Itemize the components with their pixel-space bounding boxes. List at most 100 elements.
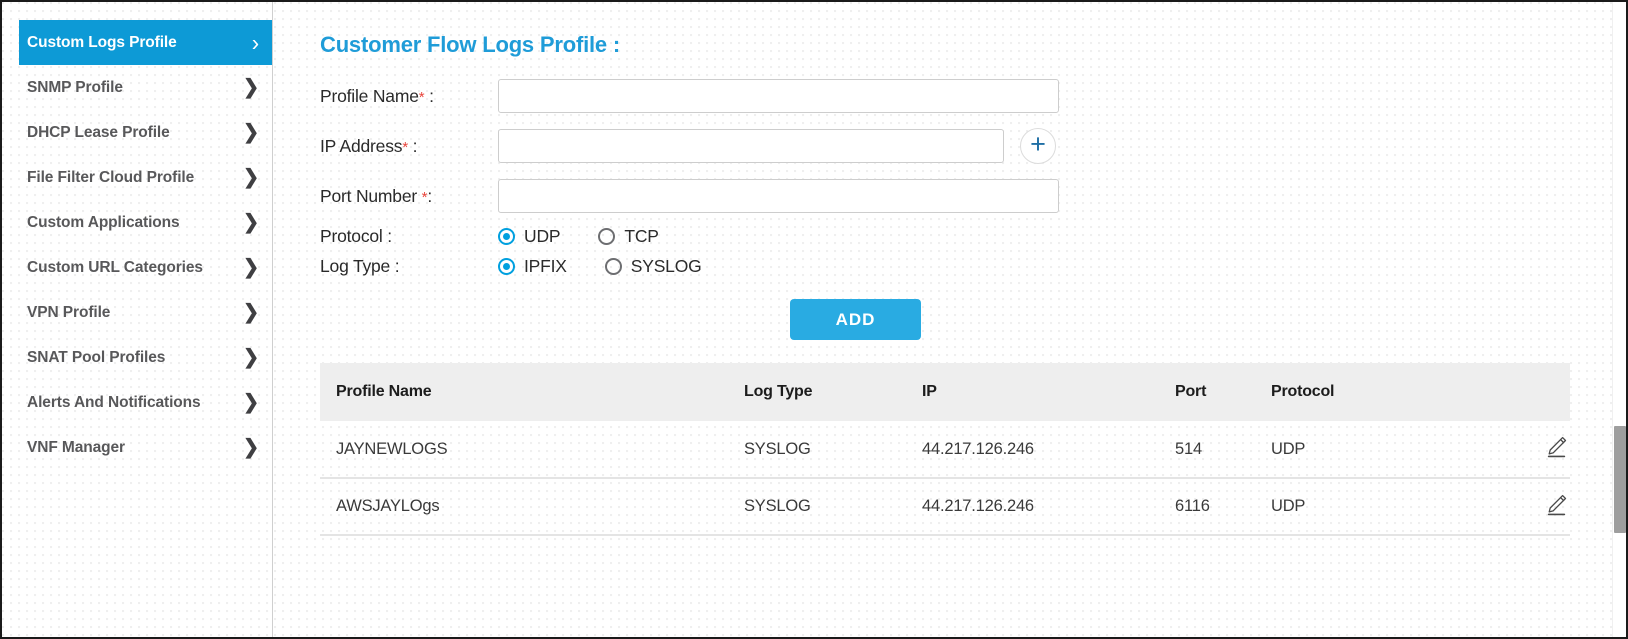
chevron-right-icon: ❯ <box>243 76 259 99</box>
sidebar-item-custom-applications[interactable]: Custom Applications ❯ <box>2 200 272 245</box>
cell-protocol: UDP <box>1255 478 1437 536</box>
protocol-option-tcp[interactable]: TCP <box>598 226 659 247</box>
sidebar-item-label: Custom URL Categories <box>27 258 203 276</box>
label-colon: : <box>427 185 432 206</box>
cell-actions <box>1437 421 1570 479</box>
chevron-right-icon: ❯ <box>243 121 259 144</box>
ip-address-input[interactable] <box>498 129 1004 163</box>
sidebar-item-dhcp-lease-profile[interactable]: DHCP Lease Profile ❯ <box>2 110 272 155</box>
plus-icon: + <box>1030 129 1046 159</box>
form-row-ip-address: IP Address* : + <box>320 128 1626 164</box>
sidebar-item-label: SNAT Pool Profiles <box>27 348 166 366</box>
sidebar-item-vnf-manager[interactable]: VNF Manager ❯ <box>2 425 272 470</box>
protocol-option-label: TCP <box>624 226 659 246</box>
chevron-right-icon: ❯ <box>243 166 259 189</box>
sidebar-item-custom-url-categories[interactable]: Custom URL Categories ❯ <box>2 245 272 290</box>
cell-protocol: UDP <box>1255 421 1437 479</box>
label-colon: : <box>412 135 418 156</box>
profile-name-label-text: Profile Name <box>320 85 419 106</box>
table-header: Profile Name Log Type IP Port Protocol <box>320 363 1570 421</box>
pencil-edit-icon[interactable] <box>1543 491 1570 518</box>
chevron-right-icon: ❯ <box>243 256 259 279</box>
ip-address-label-text: IP Address <box>320 135 403 156</box>
log-type-label: Log Type : <box>320 256 400 276</box>
settings-sidebar: Custom Logs Profile › SNMP Profile ❯ DHC… <box>2 2 273 637</box>
main-content-panel: Customer Flow Logs Profile : Profile Nam… <box>273 2 1626 637</box>
sidebar-item-label: Custom Logs Profile <box>27 33 177 51</box>
port-number-input[interactable] <box>498 179 1059 213</box>
sidebar-item-label: SNMP Profile <box>27 78 123 96</box>
cell-profile-name: AWSJAYLOgs <box>320 478 728 536</box>
table-header-row: Profile Name Log Type IP Port Protocol <box>320 363 1570 421</box>
label-colon: : <box>429 85 434 106</box>
required-marker: * <box>402 138 408 156</box>
sidebar-item-label: VPN Profile <box>27 303 111 321</box>
chevron-right-icon: › <box>251 28 259 56</box>
sidebar-item-snat-pool-profiles[interactable]: SNAT Pool Profiles ❯ <box>2 335 272 380</box>
sidebar-item-alerts-and-notifications[interactable]: Alerts And Notifications ❯ <box>2 380 272 425</box>
column-header-ip[interactable]: IP <box>906 363 1159 421</box>
sidebar-item-label: DHCP Lease Profile <box>27 123 170 141</box>
port-number-label-text: Port Number <box>320 185 417 206</box>
log-profiles-table: Profile Name Log Type IP Port Protocol J… <box>320 363 1570 536</box>
log-type-option-label: IPFIX <box>524 256 567 276</box>
protocol-option-udp[interactable]: UDP <box>498 226 561 247</box>
add-button[interactable]: ADD <box>790 299 921 340</box>
profile-name-label: Profile Name* : <box>320 86 498 107</box>
application-window: Custom Logs Profile › SNMP Profile ❯ DHC… <box>0 0 1628 639</box>
ip-address-label: IP Address* : <box>320 136 498 157</box>
cell-log-type: SYSLOG <box>728 478 906 536</box>
chevron-right-icon: ❯ <box>243 436 259 459</box>
radio-selected-icon <box>498 258 515 275</box>
chevron-right-icon: ❯ <box>243 391 259 414</box>
port-number-label: Port Number *: <box>320 186 498 207</box>
cell-port: 514 <box>1159 421 1255 479</box>
chevron-right-icon: ❯ <box>243 346 259 369</box>
column-header-protocol[interactable]: Protocol <box>1255 363 1437 421</box>
profile-name-input[interactable] <box>498 79 1059 113</box>
column-header-port[interactable]: Port <box>1159 363 1255 421</box>
radio-unselected-icon <box>598 228 616 245</box>
form-row-protocol: Protocol : UDP TCP <box>320 226 1626 247</box>
sidebar-item-snmp-profile[interactable]: SNMP Profile ❯ <box>2 65 272 110</box>
sidebar-item-label: Custom Applications <box>27 213 180 231</box>
chevron-right-icon: ❯ <box>243 301 259 324</box>
required-marker: * <box>418 88 425 106</box>
chevron-right-icon: ❯ <box>243 211 259 234</box>
column-header-profile-name[interactable]: Profile Name <box>320 363 728 421</box>
pencil-edit-icon[interactable] <box>1543 433 1570 460</box>
cell-actions <box>1437 478 1570 536</box>
column-header-log-type[interactable]: Log Type <box>728 363 906 421</box>
vertical-scrollbar-thumb[interactable] <box>1614 426 1626 533</box>
protocol-option-label: UDP <box>524 226 561 246</box>
cell-port: 6116 <box>1159 478 1255 536</box>
form-row-port-number: Port Number *: <box>320 179 1626 213</box>
sidebar-item-label: File Filter Cloud Profile <box>27 168 195 186</box>
table-body: JAYNEWLOGS SYSLOG 44.217.126.246 514 UDP <box>320 421 1570 536</box>
sidebar-item-file-filter-cloud-profile[interactable]: File Filter Cloud Profile ❯ <box>2 155 272 200</box>
log-type-radio-group: IPFIX SYSLOG <box>498 256 740 277</box>
sidebar-item-vpn-profile[interactable]: VPN Profile ❯ <box>2 290 272 335</box>
protocol-label: Protocol : <box>320 226 392 246</box>
table-row[interactable]: AWSJAYLOgs SYSLOG 44.217.126.246 6116 UD… <box>320 478 1570 536</box>
protocol-radio-group: UDP TCP <box>498 226 697 247</box>
table-row[interactable]: JAYNEWLOGS SYSLOG 44.217.126.246 514 UDP <box>320 421 1570 479</box>
page-title: Customer Flow Logs Profile : <box>320 32 620 57</box>
sidebar-item-label: Alerts And Notifications <box>27 393 201 411</box>
sidebar-item-label: VNF Manager <box>27 438 125 456</box>
cell-ip: 44.217.126.246 <box>906 478 1159 536</box>
radio-selected-icon <box>498 228 515 245</box>
form-row-profile-name: Profile Name* : <box>320 79 1626 113</box>
vertical-scrollbar-track[interactable] <box>1612 2 1626 637</box>
sidebar-item-custom-logs-profile[interactable]: Custom Logs Profile › <box>19 20 272 65</box>
add-button-row: ADD <box>320 299 1626 340</box>
log-type-option-ipfix[interactable]: IPFIX <box>498 256 567 277</box>
form-row-log-type: Log Type : IPFIX SYSLOG <box>320 256 1626 277</box>
log-type-option-syslog[interactable]: SYSLOG <box>604 256 702 277</box>
radio-unselected-icon <box>604 258 622 275</box>
cell-ip: 44.217.126.246 <box>906 421 1159 479</box>
column-header-actions <box>1437 363 1570 421</box>
add-ip-address-button[interactable]: + <box>1020 128 1056 164</box>
cell-log-type: SYSLOG <box>728 421 906 479</box>
cell-profile-name: JAYNEWLOGS <box>320 421 728 479</box>
